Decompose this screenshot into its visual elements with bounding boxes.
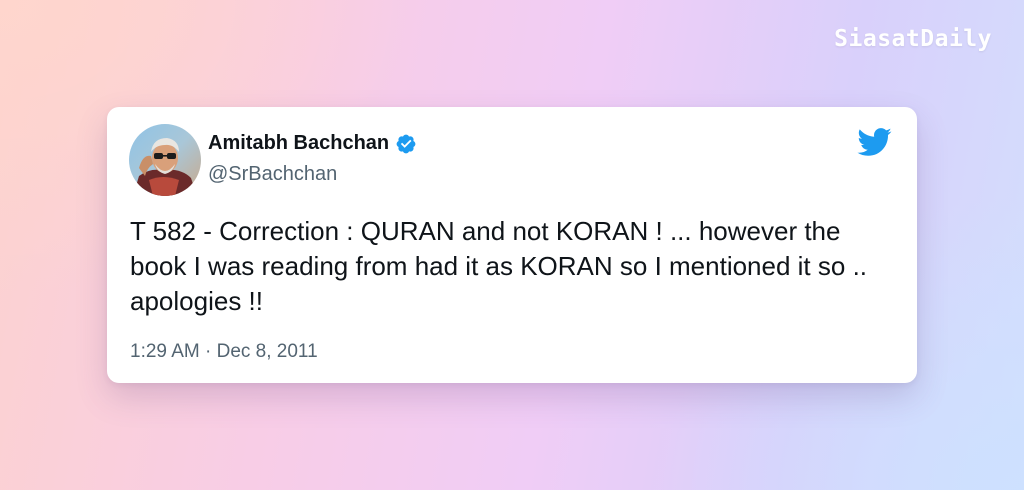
twitter-bird-icon[interactable] bbox=[856, 127, 892, 157]
author-row: Amitabh Bachchan bbox=[208, 132, 417, 155]
tweet-text: T 582 - Correction : QURAN and not KORAN… bbox=[130, 216, 868, 316]
author-handle[interactable]: @SrBachchan bbox=[208, 163, 337, 186]
tweet-timestamp[interactable]: 1:29 AM · Dec 8, 2011 bbox=[130, 341, 318, 363]
verified-badge-icon bbox=[396, 134, 416, 153]
author-name[interactable]: Amitabh Bachchan bbox=[208, 132, 389, 155]
siasat-daily-logo: SiasatDaily bbox=[834, 26, 992, 52]
tweet-card: Amitabh Bachchan @SrBachchan T 582 - Cor… bbox=[107, 107, 917, 383]
avatar-image bbox=[129, 124, 201, 196]
avatar[interactable] bbox=[129, 124, 201, 196]
